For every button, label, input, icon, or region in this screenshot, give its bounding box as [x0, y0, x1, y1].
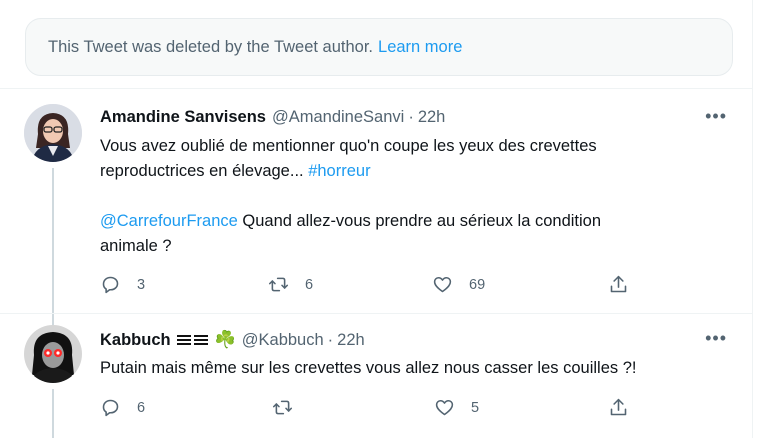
tweet-actions: 6 5	[100, 397, 640, 421]
reply-icon	[102, 276, 119, 294]
divider	[0, 88, 752, 89]
text-segment: Quand allez-vous prendre au sérieux la c…	[237, 212, 602, 230]
share-icon	[610, 398, 627, 416]
avatar[interactable]	[24, 325, 82, 383]
author-name[interactable]: Kabbuch	[100, 331, 171, 350]
flag-icon	[176, 335, 191, 345]
flag-icon	[193, 335, 208, 345]
tweet-header: Amandine Sanvisens @AmandineSanvi · 22h	[100, 108, 445, 127]
author-handle[interactable]: @AmandineSanvi	[272, 108, 404, 127]
reply-button[interactable]: 6	[100, 397, 145, 418]
like-button[interactable]: 69	[432, 274, 485, 295]
heart-icon	[433, 276, 452, 293]
text-line: animale ?	[100, 237, 172, 255]
avatar[interactable]	[24, 104, 82, 162]
reply-icon	[102, 399, 119, 417]
more-options-icon[interactable]: •••	[705, 328, 727, 349]
retweet-button[interactable]: 6	[268, 274, 313, 295]
author-name[interactable]: Amandine Sanvisens	[100, 108, 266, 127]
thread-line	[52, 168, 54, 328]
like-button[interactable]: 5	[434, 397, 479, 418]
tweet-actions: 3 6 69	[100, 274, 640, 298]
deleted-notice-text: This Tweet was deleted by the Tweet auth…	[48, 37, 374, 56]
divider	[0, 313, 752, 314]
share-button[interactable]	[608, 397, 629, 418]
retweet-button[interactable]	[272, 397, 309, 418]
tweet-header: Kabbuch ☘️ @Kabbuch · 22h	[100, 330, 365, 350]
separator-dot: ·	[408, 108, 414, 126]
hashtag-link[interactable]: #horreur	[308, 162, 370, 180]
share-button[interactable]	[608, 274, 629, 295]
timestamp[interactable]: 22h	[337, 331, 365, 350]
timestamp[interactable]: 22h	[418, 108, 446, 127]
text-line: @CarrefourFrance Quand allez-vous prendr…	[100, 209, 700, 234]
tweet-text: Vous avez oublié de mentionner quo'n cou…	[100, 134, 700, 259]
mention-link[interactable]: @CarrefourFrance	[100, 212, 238, 230]
like-count: 69	[469, 276, 486, 293]
reply-button[interactable]: 3	[100, 274, 145, 295]
learn-more-link[interactable]: Learn more	[378, 38, 462, 57]
text-line: Vous avez oublié de mentionner quo'n cou…	[100, 137, 597, 155]
retweet-icon	[268, 277, 289, 292]
text-segment: reproductrices en élevage...	[100, 162, 309, 180]
flag-emojis: ☘️	[176, 330, 236, 350]
reply-count: 6	[137, 399, 146, 416]
like-count: 5	[471, 399, 480, 416]
deleted-tweet-notice: This Tweet was deleted by the Tweet auth…	[25, 18, 733, 76]
thread-line	[52, 389, 54, 438]
column-border	[752, 0, 753, 438]
tweet-text: Putain mais même sur les crevettes vous …	[100, 359, 637, 377]
separator-dot: ·	[327, 331, 334, 349]
retweet-count: 6	[305, 276, 314, 293]
share-icon	[610, 275, 627, 293]
heart-icon	[435, 399, 454, 416]
author-handle[interactable]: @Kabbuch	[242, 331, 324, 350]
retweet-icon	[272, 400, 293, 415]
text-line: reproductrices en élevage... #horreur	[100, 159, 700, 184]
shamrock-icon: ☘️	[214, 330, 236, 349]
more-options-icon[interactable]: •••	[705, 106, 727, 127]
reply-count: 3	[137, 276, 146, 293]
